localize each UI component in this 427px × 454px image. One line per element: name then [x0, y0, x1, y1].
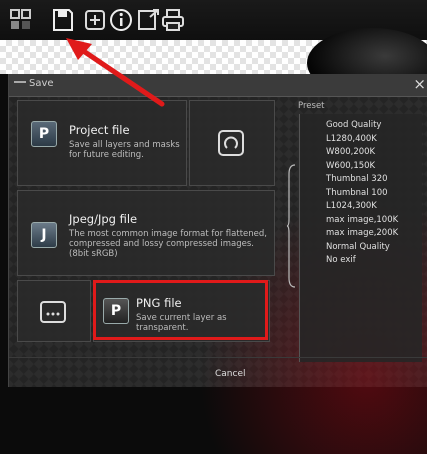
preset-item[interactable]: W600,150K [300, 160, 422, 174]
preset-item[interactable]: L1280,400K [300, 133, 422, 147]
save-dialog: Save × P Project file Save all layers an… [8, 74, 427, 454]
preset-item[interactable]: Thumbnal 100 [300, 187, 422, 201]
export-icon[interactable] [136, 7, 162, 33]
jpeg-file-title: Jpeg/Jpg file [69, 212, 138, 226]
print-icon[interactable] [160, 7, 186, 33]
preset-item[interactable]: L1024,300K [300, 200, 422, 214]
dialog-title: Save [29, 78, 54, 89]
preset-item[interactable]: W800,200K [300, 146, 422, 160]
save-icon[interactable] [50, 7, 76, 33]
preset-item[interactable]: Normal Quality [300, 241, 422, 255]
project-file-desc: Save all layers and masks for future edi… [69, 140, 180, 160]
cancel-button[interactable]: Cancel [215, 369, 246, 379]
project-file-button[interactable]: P Project file Save all layers and masks… [17, 100, 187, 186]
preset-item[interactable]: No exif [300, 254, 422, 268]
preset-label: Preset [298, 101, 325, 111]
info-icon[interactable] [108, 7, 134, 33]
brace-icon [286, 164, 296, 288]
preset-item[interactable]: Thumbnal 320 [300, 173, 422, 187]
project-file-title: Project file [69, 123, 130, 137]
preset-item[interactable]: Good Quality [300, 119, 422, 133]
more-options-button[interactable] [17, 280, 91, 342]
preset-item[interactable]: max image,100K [300, 214, 422, 228]
layers-icon[interactable] [8, 7, 34, 33]
recent-button[interactable] [189, 100, 275, 186]
preset-item[interactable]: max image,200K [300, 227, 422, 241]
jpeg-file-icon: J [31, 222, 57, 248]
circle-arrow-icon [218, 130, 244, 156]
add-layer-icon[interactable] [82, 7, 108, 33]
more-icon [40, 301, 66, 323]
menu-icon [14, 81, 26, 91]
close-icon[interactable]: × [413, 74, 426, 94]
jpeg-file-desc: The most common image format for flatten… [69, 229, 267, 259]
png-highlight-box [93, 280, 268, 340]
preset-list: Good Quality L1280,400K W800,200K W600,1… [299, 114, 422, 362]
project-file-icon: P [31, 121, 57, 147]
jpeg-file-button[interactable]: J Jpeg/Jpg file The most common image fo… [17, 190, 275, 276]
dialog-titlebar: Save × [9, 74, 427, 97]
dialog-footer: Cancel [9, 357, 427, 388]
